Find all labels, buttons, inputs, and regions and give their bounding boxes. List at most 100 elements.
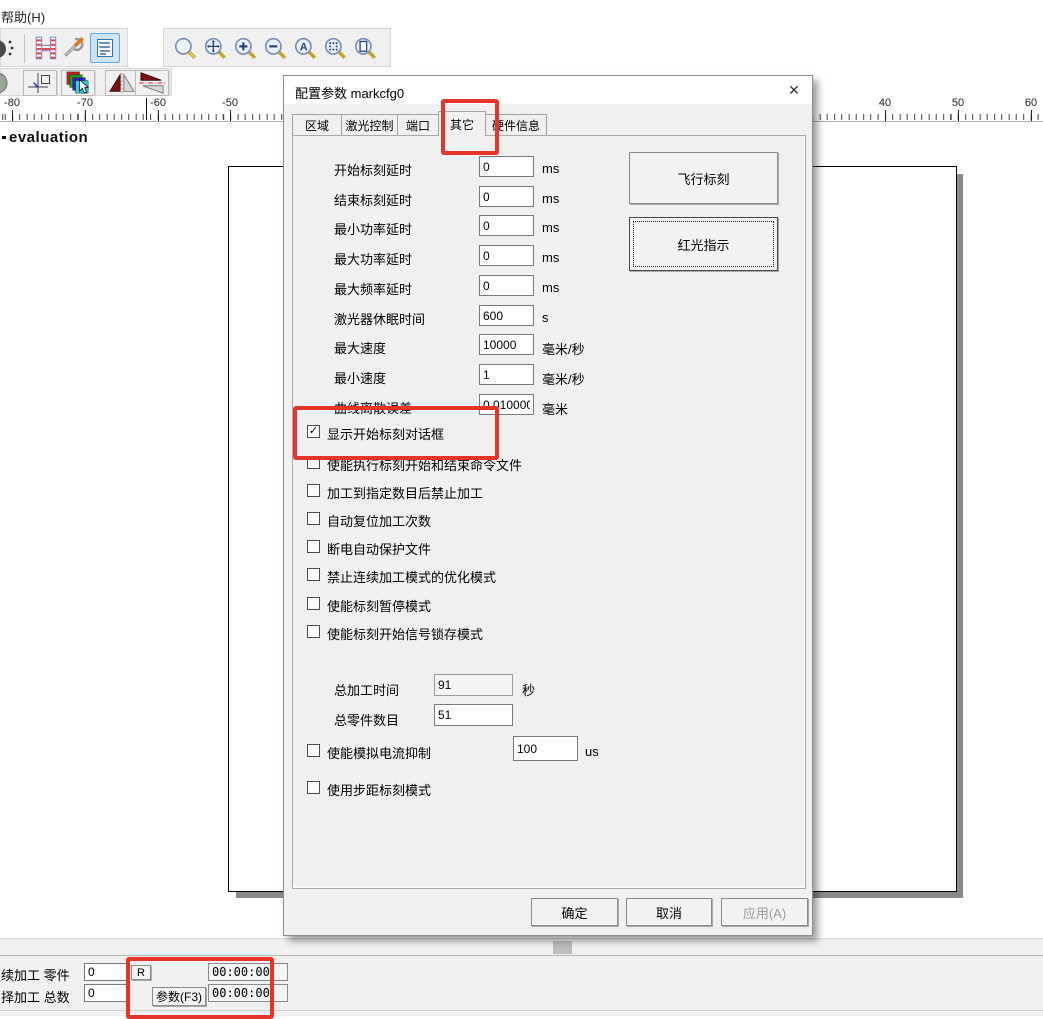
checkbox-limit-count[interactable]	[307, 484, 320, 497]
menu-help[interactable]: 帮助(H)	[1, 7, 45, 26]
checkbox-label: 使用步距标刻模式	[327, 780, 431, 799]
tools-icon	[61, 35, 87, 61]
tab-port[interactable]: 端口	[397, 114, 439, 136]
ruler-label: -80	[0, 97, 26, 109]
dialog-title: 配置参数 markcfg0	[295, 83, 404, 102]
zoom-in-button[interactable]	[230, 33, 260, 63]
checkbox-label: 断电自动保护文件	[327, 539, 431, 558]
toolbar-group-zoom: A	[163, 28, 391, 67]
fly-mark-button[interactable]: 飞行标刻	[629, 152, 778, 204]
field-unit: ms	[542, 220, 559, 235]
current-suppress-input[interactable]	[513, 736, 578, 761]
watermark-clipped-glyph	[2, 136, 6, 139]
h-icon	[33, 35, 59, 61]
object-list-button[interactable]	[90, 33, 120, 63]
field-unit: s	[542, 310, 549, 325]
layers-select-button[interactable]	[61, 70, 95, 96]
tab-laser[interactable]: 激光控制	[341, 114, 398, 136]
set-position-button[interactable]	[23, 70, 57, 96]
red-light-button[interactable]: 红光指示	[629, 217, 778, 271]
field-unit: 毫米	[542, 399, 568, 418]
max-freq-delay-input[interactable]	[479, 275, 534, 296]
checkbox-step-mark-mode[interactable]	[307, 781, 320, 794]
max-power-delay-input[interactable]	[479, 245, 534, 266]
partial-tool-icon[interactable]	[0, 37, 17, 61]
parts-count-input[interactable]	[84, 963, 128, 981]
zoom-page-button[interactable]	[350, 33, 380, 63]
ruler-label: 40	[871, 97, 899, 109]
horizontal-scrollbar[interactable]	[0, 938, 1043, 955]
toolbar-row-1: A	[0, 28, 1043, 68]
mirror-vertical-icon	[138, 71, 166, 95]
total-time-input	[434, 674, 513, 696]
list-icon	[94, 37, 116, 59]
zoom-out-icon	[263, 36, 287, 60]
crosshair-icon	[27, 71, 53, 95]
zoom-move-button[interactable]	[200, 33, 230, 63]
zoom-in-icon	[233, 36, 257, 60]
partial-edit-icon[interactable]	[0, 72, 15, 94]
laser-sleep-input[interactable]	[479, 305, 534, 326]
ruler-label: -50	[216, 97, 244, 109]
checkbox-label: 禁止连续加工模式的优化模式	[327, 567, 496, 586]
scrollbar-thumb[interactable]	[553, 941, 572, 954]
ok-button[interactable]: 确定	[531, 898, 618, 926]
start-delay-input[interactable]	[479, 156, 534, 177]
checkbox-mark-pause-mode[interactable]	[307, 597, 320, 610]
checkbox-start-signal-latch[interactable]	[307, 625, 320, 638]
config-dialog: 配置参数 markcfg0 ✕ 区域 激光控制 端口 其它 硬件信息 开始标刻延…	[283, 75, 813, 936]
hatch-button[interactable]	[31, 33, 61, 63]
tab-region[interactable]: 区域	[292, 114, 342, 136]
toolbar-group-main	[0, 28, 128, 67]
zoom-all-button[interactable]: A	[290, 33, 320, 63]
dialog-title-bar[interactable]: 配置参数 markcfg0 ✕	[284, 76, 812, 104]
ruler-marker	[146, 98, 147, 120]
field-label: 最大功率延时	[334, 249, 412, 268]
ruler-label: -70	[71, 97, 99, 109]
svg-text:A: A	[300, 41, 308, 53]
zoom-move-icon	[203, 36, 227, 60]
checkbox-label: 使能标刻暂停模式	[327, 596, 431, 615]
zoom-all-icon: A	[293, 36, 317, 60]
checkbox-label: 自动复位加工次数	[327, 511, 431, 530]
min-power-delay-input[interactable]	[479, 215, 534, 236]
checkbox-poweroff-protect[interactable]	[307, 540, 320, 553]
end-delay-input[interactable]	[479, 186, 534, 207]
apply-button[interactable]: 应用(A)	[721, 898, 808, 926]
options-button[interactable]	[59, 33, 89, 63]
tab-strip: 区域 激光控制 端口 其它 硬件信息	[292, 111, 546, 136]
close-icon[interactable]: ✕	[782, 79, 806, 101]
annotation-box-param-button	[126, 957, 274, 1019]
field-unit: ms	[542, 280, 559, 295]
zoom-page-icon	[353, 36, 377, 60]
max-speed-input[interactable]	[479, 334, 534, 355]
total-time-unit: 秒	[522, 680, 535, 699]
current-suppress-unit: us	[585, 744, 599, 759]
zoom-window-button[interactable]	[170, 33, 200, 63]
checkbox-label: 使能标刻开始信号锁存模式	[327, 624, 483, 643]
ruler-label: 50	[944, 97, 972, 109]
annotation-box-other-tab	[441, 99, 499, 155]
toolbar-separator	[24, 34, 25, 63]
field-unit: 毫米/秒	[542, 339, 585, 358]
zoom-out-button[interactable]	[260, 33, 290, 63]
mirror-vertical-button[interactable]	[135, 70, 169, 96]
total-count-input[interactable]	[84, 984, 128, 1002]
min-speed-input[interactable]	[479, 364, 534, 385]
field-unit: 毫米/秒	[542, 369, 585, 388]
ruler-label: 60	[1017, 97, 1043, 109]
layers-icon	[65, 70, 91, 96]
total-parts-input[interactable]	[434, 704, 513, 726]
field-unit: ms	[542, 250, 559, 265]
checkbox-analog-current-suppress[interactable]	[307, 744, 320, 757]
mirror-horizontal-icon	[108, 71, 136, 95]
cancel-button[interactable]: 取消	[626, 898, 712, 926]
evaluation-watermark: evaluation	[9, 129, 88, 146]
field-label: 最大频率延时	[334, 279, 412, 298]
mirror-horizontal-button[interactable]	[105, 70, 139, 96]
checkbox-disable-continuous-opt[interactable]	[307, 568, 320, 581]
field-label: 最小速度	[334, 368, 386, 387]
checkbox-auto-reset-count[interactable]	[307, 512, 320, 525]
toolbar-group-edit	[0, 68, 172, 96]
zoom-selection-button[interactable]	[320, 33, 350, 63]
